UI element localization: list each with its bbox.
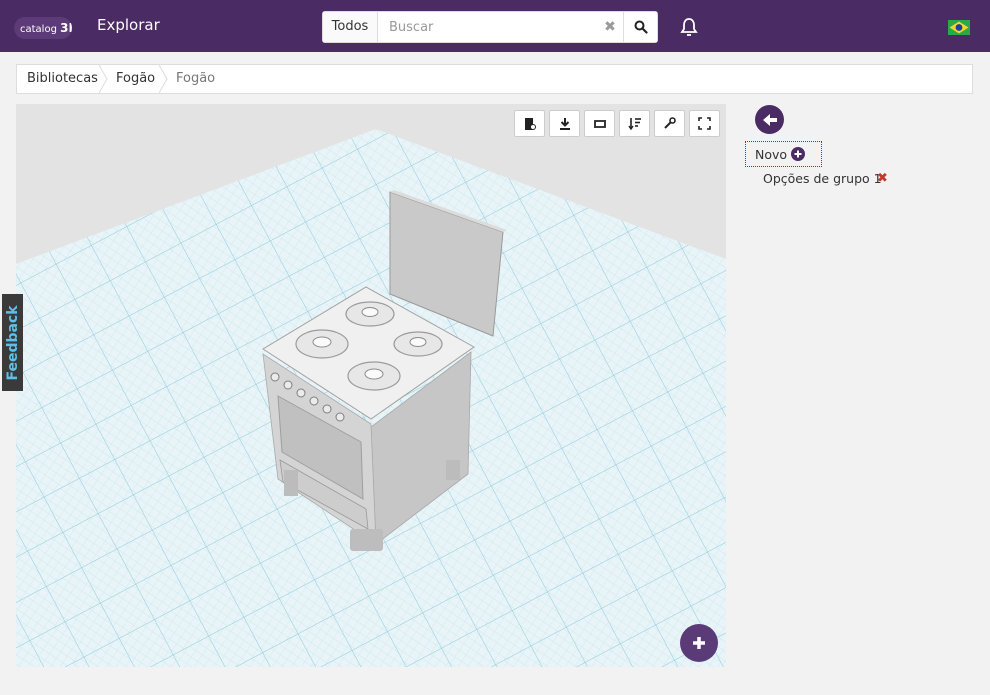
- search-bar: Todos ✖: [322, 11, 658, 43]
- breadcrumb-fogao-current: Fogão: [176, 71, 216, 86]
- search-input[interactable]: [389, 18, 589, 36]
- breadcrumb-separator-icon: [159, 65, 168, 93]
- sort-button[interactable]: [619, 110, 650, 137]
- plus-circle-icon: [791, 147, 806, 161]
- download-icon: [559, 118, 570, 130]
- download-button[interactable]: [549, 110, 580, 137]
- delete-group-icon[interactable]: ✖: [877, 171, 888, 186]
- add-button[interactable]: [680, 624, 718, 662]
- settings-button[interactable]: [654, 110, 685, 137]
- screenshot-button[interactable]: [514, 110, 545, 137]
- feedback-tab[interactable]: Feedback: [2, 294, 23, 391]
- rotate-icon: [593, 119, 606, 128]
- fullscreen-button[interactable]: [689, 110, 720, 137]
- search-scope-dropdown[interactable]: Todos: [323, 12, 378, 42]
- new-group-label: Novo: [755, 146, 788, 162]
- viewer-toolbar: [514, 110, 720, 137]
- logo-number: 3D: [60, 21, 72, 35]
- fullscreen-icon: [698, 117, 711, 130]
- clear-search-icon[interactable]: ✖: [599, 12, 621, 42]
- group-item-label[interactable]: Opções de grupo 1: [763, 171, 882, 186]
- wrench-icon: [664, 117, 676, 129]
- breadcrumb: Bibliotecas Fogão Fogão: [16, 64, 973, 94]
- arrow-left-icon: [762, 113, 777, 126]
- search-button[interactable]: [623, 12, 657, 42]
- rotate-button[interactable]: [584, 110, 615, 137]
- brazil-flag-icon[interactable]: [948, 20, 970, 35]
- breadcrumb-separator-icon: [99, 65, 108, 93]
- search-icon: [634, 20, 648, 34]
- feedback-label: Feedback: [4, 304, 21, 381]
- screenshot-icon: [524, 117, 536, 130]
- plus-icon: [693, 637, 705, 649]
- logo-text: catalog: [20, 24, 57, 35]
- bell-icon[interactable]: [679, 17, 699, 37]
- catalog3d-logo[interactable]: catalog 3D: [14, 17, 72, 39]
- viewer-scene[interactable]: [16, 104, 726, 667]
- model-viewer[interactable]: [16, 104, 726, 667]
- sort-icon: [627, 118, 641, 130]
- breadcrumb-bibliotecas[interactable]: Bibliotecas: [27, 65, 98, 93]
- breadcrumb-fogao-category[interactable]: Fogão: [116, 65, 155, 93]
- top-bar: catalog 3D Explorar Todos ✖: [0, 0, 990, 52]
- explorar-link[interactable]: Explorar: [97, 16, 160, 34]
- new-group-button[interactable]: Novo: [745, 141, 822, 167]
- back-button[interactable]: [755, 105, 784, 134]
